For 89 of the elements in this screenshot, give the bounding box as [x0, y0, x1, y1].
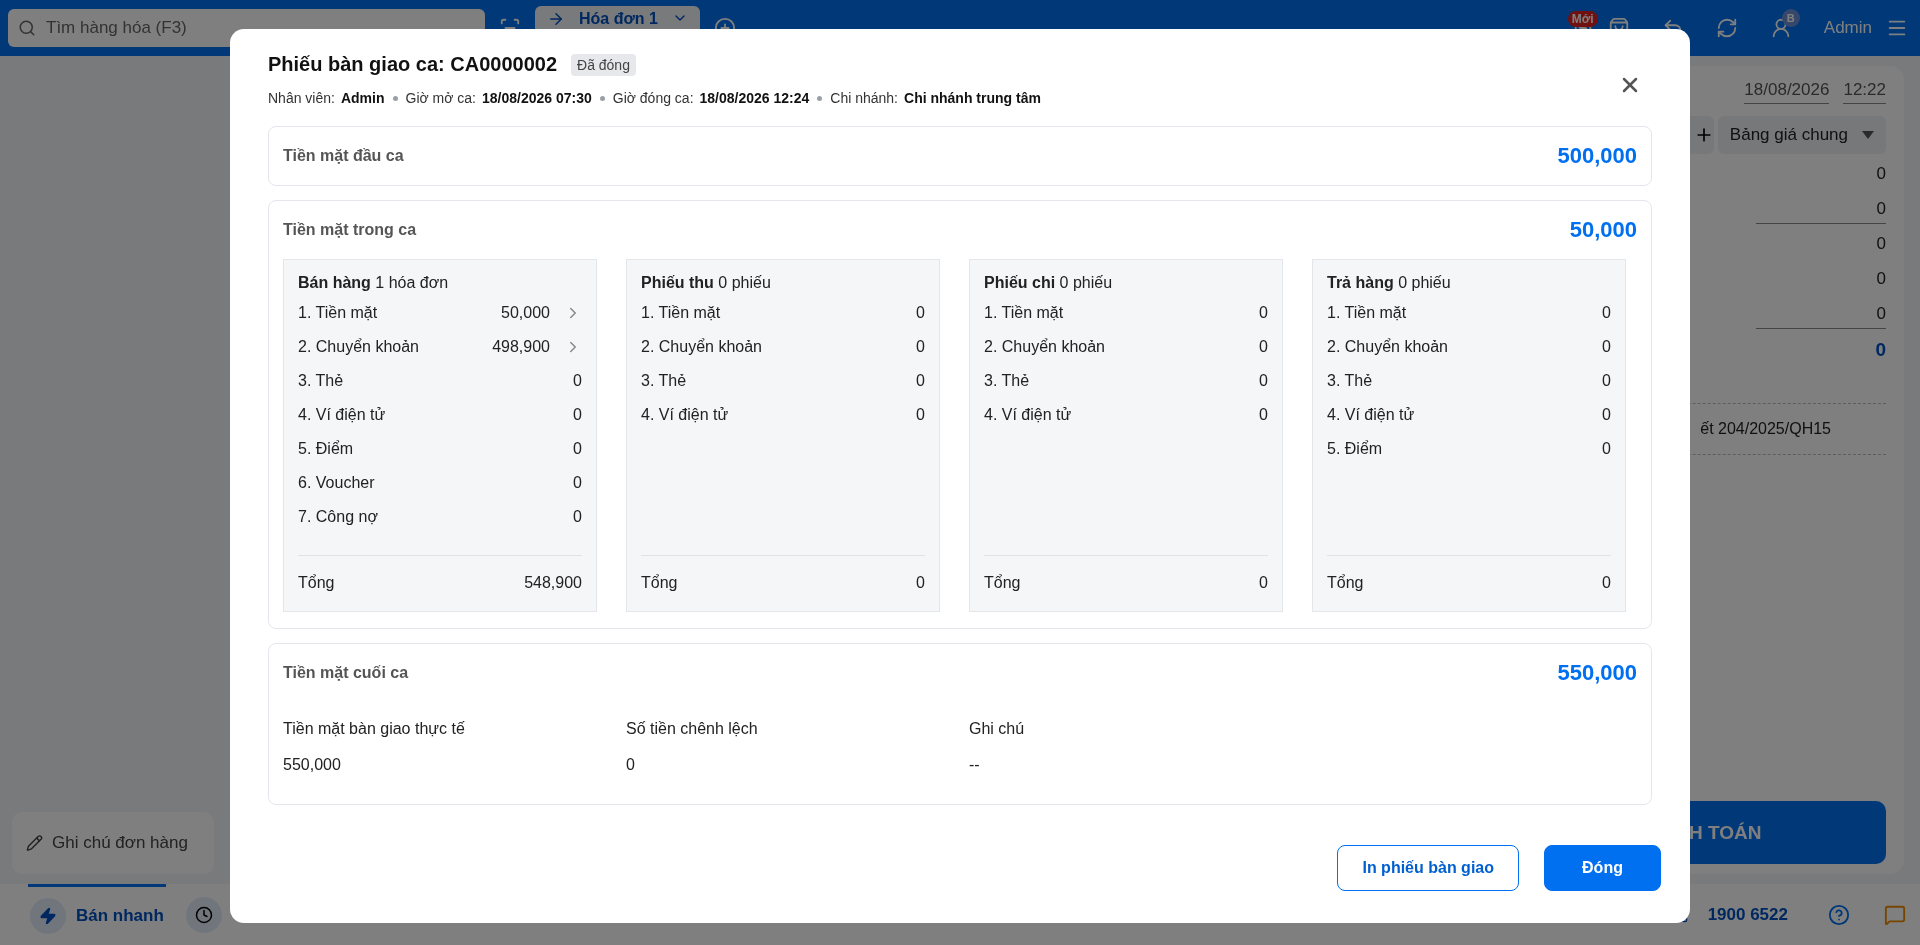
section-amount: 500,000: [1557, 143, 1637, 169]
time-field[interactable]: 12:22: [1843, 80, 1886, 104]
payment-label: 4. Ví điện tử: [641, 406, 730, 424]
amount-value: 0: [1875, 163, 1886, 185]
payment-label: 1. Tiền mặt: [984, 304, 1065, 322]
panel-heading: Phiếu thu 0 phiếu: [641, 274, 772, 292]
payment-label: 4. Ví điện tử: [298, 406, 387, 424]
payment-value: 0: [1602, 304, 1611, 322]
payment-label: 2. Chuyển khoản: [984, 338, 1106, 356]
payment-value: 0: [573, 440, 582, 458]
payment-label: 5. Điểm: [298, 440, 355, 458]
new-badge: Mới: [1567, 11, 1598, 27]
section-label: Tiền mặt trong ca: [283, 221, 417, 239]
meta-label: Giờ đóng ca:: [612, 90, 694, 106]
total-label: Tổng: [641, 574, 678, 593]
meta-label: Chi nhánh:: [830, 90, 898, 106]
payment-value: 0: [1259, 372, 1268, 390]
field-value: 550,000: [283, 756, 342, 774]
date-field[interactable]: 18/08/2026: [1744, 80, 1830, 104]
payment-value: 0: [573, 406, 582, 424]
payment-label: 1. Tiền mặt: [298, 304, 379, 322]
user-name[interactable]: Admin: [1823, 18, 1872, 38]
meta-label: Nhân viên:: [268, 90, 335, 106]
amount-value: 0: [1875, 268, 1886, 290]
payment-label: 2. Chuyển khoản: [1327, 338, 1449, 356]
payment-label: 4. Ví điện tử: [984, 406, 1073, 424]
payment-value: 50,000: [501, 304, 550, 322]
section-label: Tiền mặt cuối ca: [283, 664, 409, 682]
payment-label: 3. Thẻ: [298, 372, 345, 390]
total-label: Tổng: [298, 574, 335, 593]
panel-heading: Bán hàng 1 hóa đơn: [298, 274, 450, 292]
payment-value: 0: [1602, 372, 1611, 390]
meta-value: Admin: [340, 90, 385, 106]
payment-label: 3. Thẻ: [641, 372, 688, 390]
meta-label: Giờ mở ca:: [405, 90, 476, 106]
payment-value: 0: [1602, 440, 1611, 458]
amount-value: 0: [1875, 233, 1886, 255]
payment-value: 0: [916, 406, 925, 424]
print-button[interactable]: In phiếu bàn giao: [1337, 845, 1519, 891]
order-note-field[interactable]: Ghi chú đơn hàng: [12, 812, 214, 874]
total-value: 0: [1602, 574, 1611, 593]
price-list-dropdown[interactable]: Bảng giá chung: [1717, 116, 1886, 154]
payment-label: 2. Chuyển khoản: [641, 338, 763, 356]
field-label: Số tiền chênh lệch: [626, 720, 759, 738]
meta-value: 18/08/2026 12:24: [699, 90, 810, 106]
total-amount: 0: [1875, 338, 1886, 361]
total-label: Tổng: [1327, 574, 1364, 593]
close-dialog-button[interactable]: Đóng: [1544, 845, 1661, 891]
field-label: Tiền mặt bàn giao thực tế: [283, 720, 466, 738]
payment-value: 0: [916, 304, 925, 322]
section-amount: 550,000: [1557, 660, 1637, 686]
total-value: 548,900: [524, 574, 582, 593]
meta-value: 18/08/2026 07:30: [482, 90, 592, 106]
payment-value: 0: [1259, 406, 1268, 424]
dialog-title: Phiếu bàn giao ca: CA0000002: [268, 53, 557, 76]
payment-value: 0: [573, 372, 582, 390]
payment-label: 3. Thẻ: [984, 372, 1031, 390]
payment-value: 0: [1259, 338, 1268, 356]
payment-value: 0: [1602, 338, 1611, 356]
total-label: Tổng: [984, 574, 1021, 593]
user-badge: B: [1781, 9, 1800, 27]
payment-label: 1. Tiền mặt: [1327, 304, 1408, 322]
payment-value: 0: [1259, 304, 1268, 322]
meta-value: Chi nhánh trung tâm: [904, 90, 1041, 106]
amount-value: 0: [1756, 294, 1886, 329]
payment-value: 0: [573, 508, 582, 526]
hotline[interactable]: 1900 6522: [1707, 904, 1788, 925]
payment-value: 0: [916, 338, 925, 356]
panel-heading: Trả hàng 0 phiếu: [1327, 274, 1452, 292]
payment-label: 1. Tiền mặt: [641, 304, 722, 322]
payment-value: 0: [1602, 406, 1611, 424]
payment-label: 6. Voucher: [298, 474, 376, 492]
total-value: 0: [916, 574, 925, 593]
payment-label: 3. Thẻ: [1327, 372, 1374, 390]
payment-value: 0: [916, 372, 925, 390]
payment-label: 2. Chuyển khoản: [298, 338, 420, 356]
panel-heading: Phiếu chi 0 phiếu: [984, 274, 1114, 292]
field-label: Ghi chú: [969, 720, 1026, 738]
payment-value: 498,900: [492, 338, 550, 356]
status-badge: Đã đóng: [571, 53, 636, 76]
section-label: Tiền mặt đầu ca: [283, 147, 404, 165]
amount-value: 0: [1756, 189, 1886, 224]
payment-label: 7. Công nợ: [298, 508, 379, 526]
field-value: 0: [626, 756, 636, 774]
payment-value: 0: [573, 474, 582, 492]
field-value: --: [969, 756, 981, 774]
total-value: 0: [1259, 574, 1268, 593]
section-amount: 50,000: [1569, 217, 1637, 243]
quick-sale-tab[interactable]: Bán nhanh: [28, 884, 166, 945]
